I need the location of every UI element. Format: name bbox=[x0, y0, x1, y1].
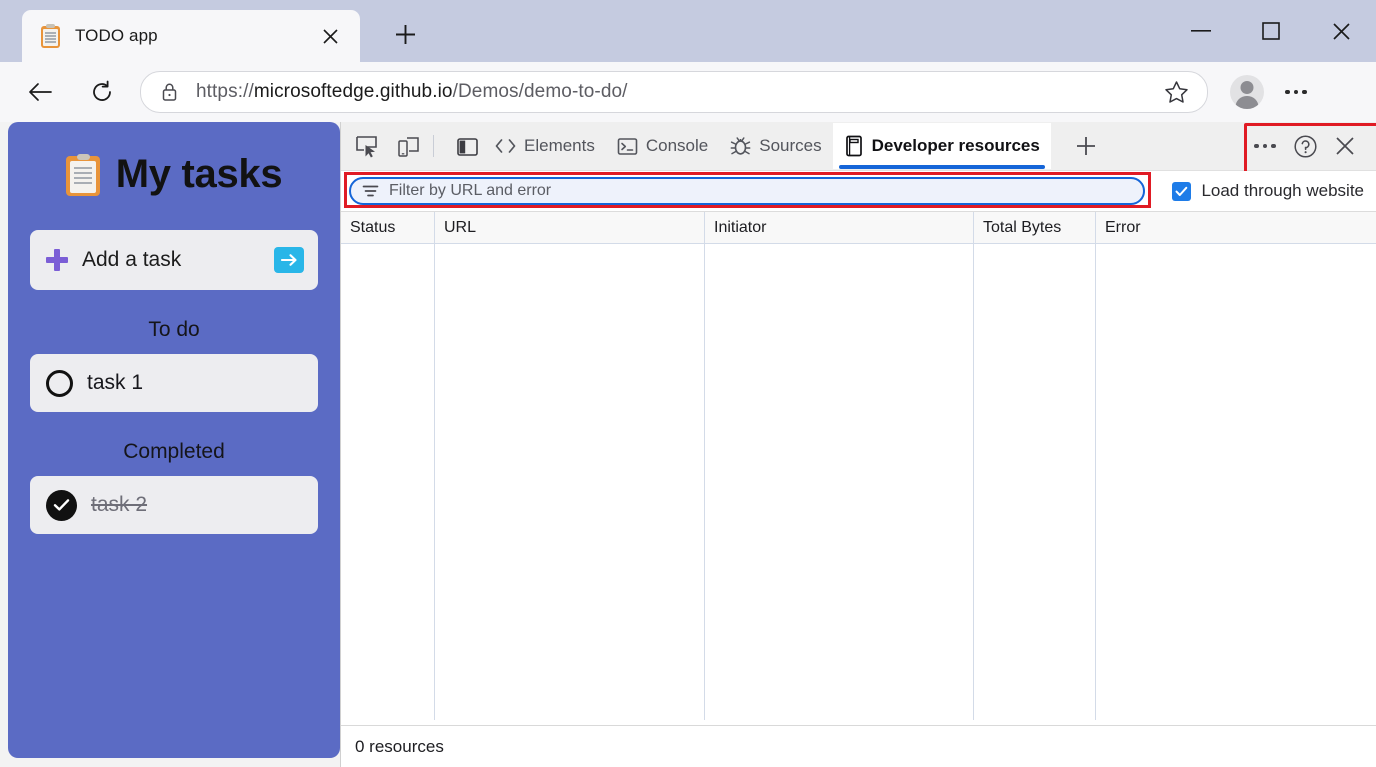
inspect-element-icon[interactable] bbox=[349, 129, 383, 163]
address-bar-url: https://microsoftedge.github.io/Demos/de… bbox=[196, 81, 628, 103]
url-path: /Demos/demo-to-do/ bbox=[453, 81, 628, 102]
add-task-placeholder: Add a task bbox=[82, 248, 181, 272]
tab-label: Developer resources bbox=[872, 136, 1040, 156]
checkbox-label: Load through website bbox=[1201, 181, 1364, 201]
search-input[interactable]: Filter by URL and error bbox=[349, 177, 1145, 205]
task-checkbox-unchecked-icon[interactable] bbox=[46, 370, 73, 397]
maximize-button[interactable] bbox=[1236, 0, 1306, 62]
page-title: My tasks bbox=[116, 152, 283, 197]
back-arrow-icon[interactable] bbox=[18, 70, 62, 114]
task-label: task 2 bbox=[91, 493, 147, 517]
devtools-status-bar: 0 resources bbox=[341, 725, 1376, 767]
devtools-panel: Elements Console Sources Developer resou… bbox=[340, 122, 1376, 767]
resources-table: Status URL Initiator Total Bytes Error bbox=[341, 212, 1376, 720]
list-item[interactable]: task 1 bbox=[30, 354, 318, 412]
more-tools-icon[interactable] bbox=[1246, 127, 1284, 165]
device-emulation-icon[interactable] bbox=[391, 129, 425, 163]
tab-elements[interactable]: Elements bbox=[484, 123, 606, 169]
add-task-submit-button[interactable] bbox=[274, 247, 304, 273]
clipboard-icon bbox=[40, 24, 62, 48]
column-header-url[interactable]: URL bbox=[435, 212, 705, 243]
avatar[interactable] bbox=[1226, 71, 1268, 113]
url-scheme: https:// bbox=[196, 81, 254, 102]
search-input-placeholder: Filter by URL and error bbox=[389, 182, 551, 200]
minimize-button[interactable] bbox=[1166, 0, 1236, 62]
browser-tab-todo-app[interactable]: TODO app bbox=[22, 10, 360, 62]
browser-window: TODO app bbox=[0, 0, 1376, 767]
new-tab-button[interactable] bbox=[385, 14, 425, 54]
column-header-status[interactable]: Status bbox=[341, 212, 435, 243]
section-heading-completed: Completed bbox=[8, 440, 340, 464]
browser-toolbar: https://microsoftedge.github.io/Demos/de… bbox=[0, 62, 1376, 122]
column-header-error[interactable]: Error bbox=[1096, 212, 1376, 243]
url-host: microsoftedge.github.io bbox=[254, 81, 453, 102]
window-controls bbox=[1166, 0, 1376, 62]
task-label: task 1 bbox=[87, 371, 143, 395]
clipboard-icon bbox=[66, 154, 102, 196]
devtools-right-controls bbox=[1246, 127, 1376, 165]
page-content-area: My tasks Add a task To do task 1 Complet… bbox=[0, 122, 1376, 767]
todo-app: My tasks Add a task To do task 1 Complet… bbox=[8, 122, 340, 758]
close-window-button[interactable] bbox=[1306, 0, 1376, 62]
book-icon bbox=[844, 135, 864, 157]
column-header-total-bytes[interactable]: Total Bytes bbox=[974, 212, 1096, 243]
lock-icon bbox=[161, 82, 178, 102]
bug-icon bbox=[730, 136, 751, 156]
column-header-initiator[interactable]: Initiator bbox=[705, 212, 974, 243]
section-heading-todo: To do bbox=[8, 318, 340, 342]
toolbar-divider bbox=[433, 135, 434, 157]
code-brackets-icon bbox=[495, 137, 516, 155]
tab-label: Console bbox=[646, 136, 708, 156]
tab-label: Elements bbox=[524, 136, 595, 156]
add-task-input[interactable]: Add a task bbox=[30, 230, 318, 290]
tab-console[interactable]: Console bbox=[606, 123, 719, 169]
help-icon[interactable] bbox=[1286, 127, 1324, 165]
dock-position-icon[interactable] bbox=[450, 129, 484, 163]
add-panel-button[interactable] bbox=[1067, 127, 1105, 165]
more-options-icon[interactable] bbox=[1274, 70, 1318, 114]
address-bar[interactable]: https://microsoftedge.github.io/Demos/de… bbox=[140, 71, 1208, 113]
resource-count-text: 0 resources bbox=[355, 737, 444, 757]
table-body-empty bbox=[341, 244, 1376, 720]
tab-developer-resources[interactable]: Developer resources bbox=[833, 123, 1051, 169]
star-icon[interactable] bbox=[1159, 75, 1193, 109]
tab-sources[interactable]: Sources bbox=[719, 123, 832, 169]
task-checkbox-checked-icon[interactable] bbox=[46, 490, 77, 521]
table-header-row: Status URL Initiator Total Bytes Error bbox=[341, 212, 1376, 244]
filter-icon bbox=[362, 184, 379, 198]
devtools-tabbar: Elements Console Sources Developer resou… bbox=[341, 122, 1376, 171]
close-tab-icon[interactable] bbox=[316, 22, 344, 50]
close-devtools-icon[interactable] bbox=[1326, 127, 1364, 165]
tab-label: Sources bbox=[759, 136, 821, 156]
load-through-website-toggle[interactable]: Load through website bbox=[1172, 181, 1364, 201]
terminal-icon bbox=[617, 137, 638, 156]
todo-app-header: My tasks bbox=[8, 152, 340, 197]
devtools-filter-bar: Filter by URL and error Load through web… bbox=[341, 171, 1376, 212]
reload-icon[interactable] bbox=[80, 70, 124, 114]
plus-icon bbox=[44, 247, 70, 273]
list-item[interactable]: task 2 bbox=[30, 476, 318, 534]
tab-strip: TODO app bbox=[0, 0, 1376, 62]
tab-title: TODO app bbox=[75, 26, 158, 46]
checkbox-checked-icon[interactable] bbox=[1172, 182, 1191, 201]
